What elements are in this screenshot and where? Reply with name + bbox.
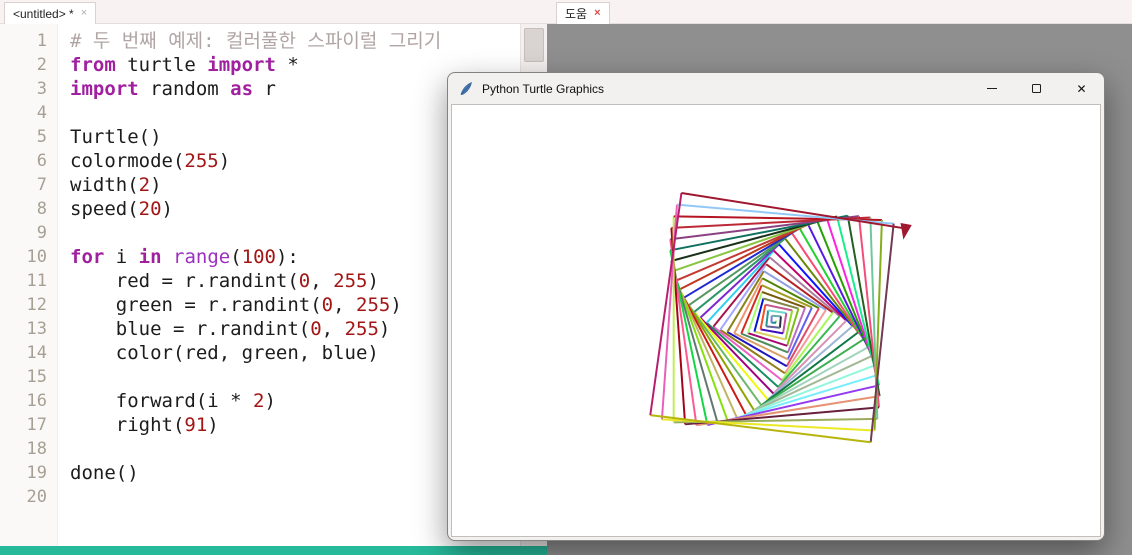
help-tab-close-icon[interactable]: × xyxy=(594,8,600,19)
line-number: 10 xyxy=(26,247,47,267)
file-tab-label: <untitled> * xyxy=(13,6,74,21)
turtle-app-icon xyxy=(460,81,472,95)
minimize-button[interactable] xyxy=(969,73,1014,104)
line-number: 1 xyxy=(36,31,47,51)
line-number: 14 xyxy=(26,343,47,363)
close-icon: ✕ xyxy=(1076,81,1087,96)
line-number: 13 xyxy=(26,319,47,339)
code-token: turtle xyxy=(115,54,208,76)
code-token: 0 xyxy=(298,270,311,292)
line-number: 18 xyxy=(26,439,47,459)
code-token: ) xyxy=(150,174,162,196)
code-token: 2 xyxy=(253,390,265,412)
code-line[interactable]: # 두 번째 예제: 컬러풀한 스파이럴 그리기 xyxy=(70,29,520,53)
code-token: ) xyxy=(367,270,379,292)
turtle-canvas xyxy=(451,104,1101,537)
code-token: from xyxy=(70,54,116,76)
code-token: right( xyxy=(70,414,185,436)
code-editor[interactable]: 1 2 3 4 5 6 7 8 9 10 11 12 13 14 15 16 17 18 19 20 # 두 번째 예… xyxy=(0,24,520,546)
window-controls: ✕ xyxy=(969,73,1104,104)
code-token: as xyxy=(230,78,254,100)
code-token: in xyxy=(138,246,162,268)
turtle-spiral-drawing xyxy=(649,192,912,444)
line-number: 15 xyxy=(26,367,47,387)
code-token: # 두 번째 예제: 컬러풀한 스파이럴 그리기 xyxy=(70,30,442,52)
code-token: 2 xyxy=(138,174,151,196)
code-token: import xyxy=(70,78,139,100)
code-token: i xyxy=(104,246,139,268)
code-token: red = r.randint( xyxy=(70,270,299,292)
code-token: ( xyxy=(230,246,242,268)
code-token: , xyxy=(333,294,357,316)
line-number: 7 xyxy=(36,175,47,195)
code-token: 0 xyxy=(321,294,334,316)
code-token: , xyxy=(321,318,345,340)
line-number: 6 xyxy=(36,151,47,171)
line-number: 3 xyxy=(36,79,47,99)
code-token: for xyxy=(70,246,105,268)
code-token: ) xyxy=(207,414,219,436)
code-token: colormode( xyxy=(70,150,185,172)
code-token: color(red, green, blue) xyxy=(70,342,379,364)
line-number: 20 xyxy=(26,487,47,507)
gutter: 1 2 3 4 5 6 7 8 9 10 11 12 13 14 15 16 17 18 19 20 xyxy=(0,24,58,546)
editor-bottom-accent-bar xyxy=(0,546,547,555)
tab-bar: <untitled> * × 도움 × xyxy=(0,0,1132,24)
code-token: ): xyxy=(275,246,299,268)
code-token: Turtle() xyxy=(70,126,162,148)
code-token: import xyxy=(207,54,276,76)
code-token: forward(i * xyxy=(70,390,254,412)
code-token: , xyxy=(310,270,334,292)
minimize-icon xyxy=(986,88,997,89)
code-token: ) xyxy=(378,318,391,340)
line-number: 19 xyxy=(26,463,47,483)
window-title-bar[interactable]: Python Turtle Graphics ✕ xyxy=(448,73,1104,104)
code-token: green = r.randint( xyxy=(70,294,322,316)
code-token: ) xyxy=(390,294,402,316)
line-number: 16 xyxy=(26,391,47,411)
scrollbar-thumb[interactable] xyxy=(524,28,544,62)
line-number: 2 xyxy=(36,55,47,75)
maximize-button[interactable] xyxy=(1014,73,1059,104)
code-token: 255 xyxy=(333,270,368,292)
close-button[interactable]: ✕ xyxy=(1059,73,1104,104)
code-token: 20 xyxy=(138,198,162,220)
code-token: 255 xyxy=(184,150,219,172)
tab-help[interactable]: 도움 × xyxy=(556,2,610,24)
code-token: speed( xyxy=(70,198,139,220)
line-number: 4 xyxy=(36,103,47,123)
line-number: 5 xyxy=(36,127,47,147)
tab-untitled-file[interactable]: <untitled> * × xyxy=(4,2,97,24)
code-token: 255 xyxy=(356,294,391,316)
code-token: * xyxy=(275,54,299,76)
line-number: 9 xyxy=(36,223,47,243)
code-token: ) xyxy=(218,150,231,172)
code-token: 100 xyxy=(241,246,276,268)
code-token: r xyxy=(253,78,276,100)
line-number: 8 xyxy=(36,199,47,219)
code-token: ) xyxy=(264,390,276,412)
code-token: 255 xyxy=(344,318,379,340)
code-token: width( xyxy=(70,174,139,196)
code-token: range xyxy=(173,246,231,268)
turtle-cursor-arrow xyxy=(900,223,912,240)
window-title: Python Turtle Graphics xyxy=(482,81,605,96)
line-number: 11 xyxy=(26,271,47,291)
code-token: done() xyxy=(70,462,139,484)
maximize-icon xyxy=(1032,84,1041,93)
code-token: ) xyxy=(161,198,173,220)
turtle-graphics-window: Python Turtle Graphics ✕ xyxy=(447,72,1105,541)
code-token: 0 xyxy=(310,318,322,340)
code-token: blue = r.randint( xyxy=(70,318,311,340)
line-number: 17 xyxy=(26,415,47,435)
file-tab-close-icon[interactable]: × xyxy=(81,8,87,19)
line-number: 12 xyxy=(26,295,47,315)
code-token: 91 xyxy=(184,414,208,436)
code-token: random xyxy=(138,78,231,100)
help-tab-label: 도움 xyxy=(565,7,588,21)
